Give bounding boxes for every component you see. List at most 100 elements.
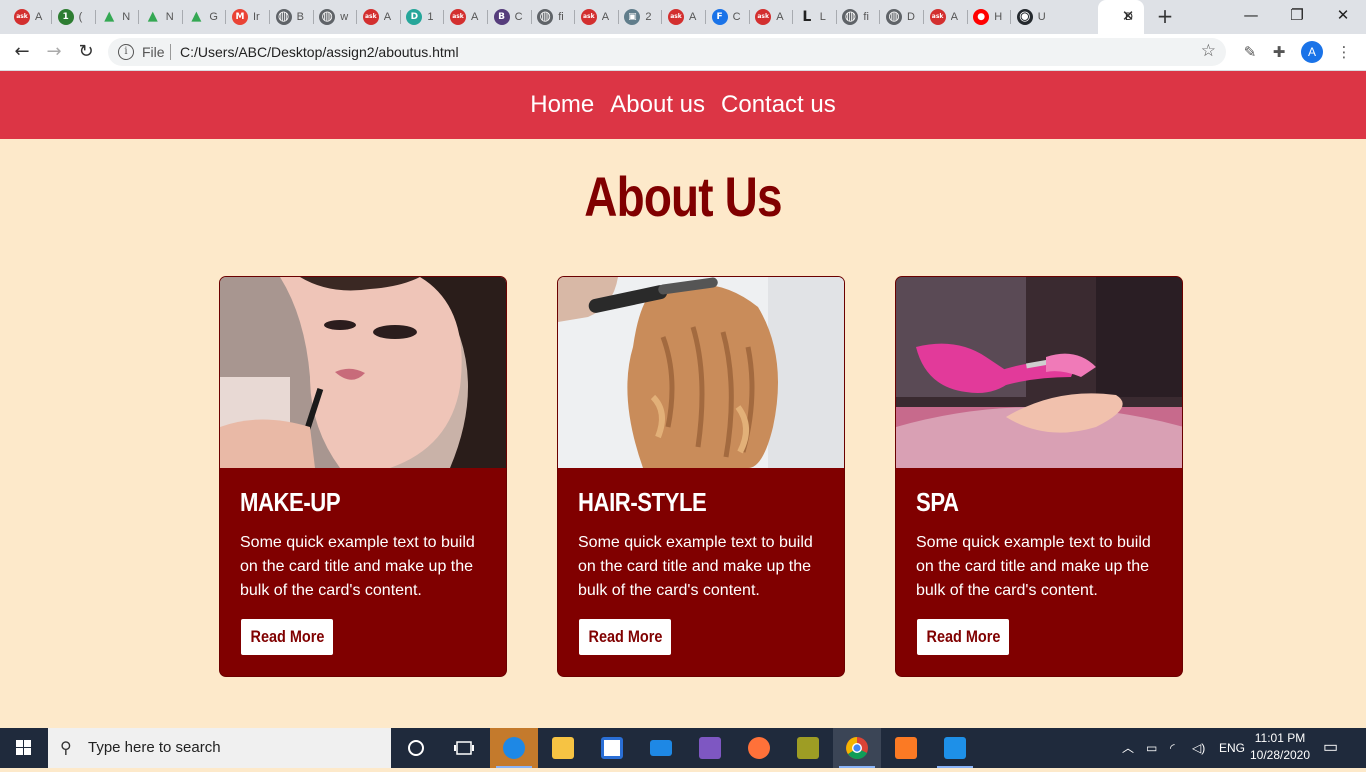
browser-tab[interactable]: ask A	[749, 5, 794, 29]
nav-about-link[interactable]: About us	[610, 91, 705, 119]
browser-tab-title: A	[471, 11, 479, 23]
browser-tab[interactable]: ▲ G	[182, 5, 227, 29]
battery-icon[interactable]: ▭	[1146, 728, 1157, 768]
card-spa: SPA Some quick example text to build on …	[895, 276, 1183, 677]
restore-button[interactable]: ❐	[1274, 0, 1320, 34]
taskbar-file-explorer[interactable]	[539, 728, 587, 768]
tools-icon	[797, 737, 819, 759]
ask-icon: ask	[668, 9, 684, 25]
card-hairstyle: HAIR-STYLE Some quick example text to bu…	[557, 276, 845, 677]
taskbar-clock[interactable]: 11:01 PM 10/28/2020	[1245, 730, 1315, 764]
windows-logo-icon	[16, 740, 31, 755]
notifications-icon[interactable]: ▭	[1323, 728, 1338, 768]
drive-icon: ▲	[104, 9, 115, 24]
browser-tab-title: 2	[645, 11, 652, 23]
taskbar-tools[interactable]	[784, 728, 832, 768]
nav-contact-link[interactable]: Contact us	[721, 91, 836, 119]
read-more-button[interactable]: Read More	[241, 619, 333, 655]
extension-pen-icon[interactable]: ✎	[1239, 41, 1261, 63]
taskbar-firefox[interactable]	[735, 728, 783, 768]
wifi-icon[interactable]: ◜	[1170, 728, 1175, 768]
browser-tab[interactable]: ask A	[357, 5, 401, 29]
page-icon	[1104, 9, 1120, 25]
minimize-button[interactable]: —	[1228, 0, 1274, 34]
address-bar-row: ← → ↻ i File C:/Users/ABC/Desktop/assign…	[0, 34, 1366, 71]
l-icon: L	[802, 9, 812, 25]
taskbar-visual-studio[interactable]	[686, 728, 734, 768]
tray-chevron-icon[interactable]: ︿	[1122, 728, 1134, 768]
browser-tab[interactable]: ◍ fi	[531, 5, 576, 29]
close-tab-icon[interactable]: ✕	[1120, 8, 1136, 24]
extensions-puzzle-icon[interactable]: ✚	[1268, 41, 1290, 63]
vscode-icon	[944, 737, 966, 759]
browser-tab[interactable]: M Ir	[226, 5, 270, 29]
bookmark-star-icon[interactable]: ☆	[1201, 41, 1216, 61]
onepassword-icon: 1	[57, 9, 74, 25]
browser-tab[interactable]: ask A	[662, 5, 706, 29]
browser-tab[interactable]: ◉ U	[1011, 5, 1055, 29]
search-placeholder: Type here to search	[88, 739, 221, 756]
browser-tab[interactable]: ask A	[8, 5, 52, 29]
url-text[interactable]: C:/Users/ABC/Desktop/assign2/aboutus.htm…	[180, 44, 459, 60]
gmail-icon: M	[232, 9, 248, 25]
menu-kebab-icon[interactable]: ⋮	[1333, 41, 1355, 63]
reload-icon[interactable]: ↻	[74, 40, 98, 64]
windows-start-button[interactable]	[0, 728, 48, 768]
browser-tab[interactable]: D1	[400, 5, 445, 29]
taskbar-xampp[interactable]	[882, 728, 930, 768]
task-view-button[interactable]	[440, 728, 488, 768]
browser-tab[interactable]: ◍ B	[270, 5, 314, 29]
browser-tab[interactable]: ◍ D	[880, 5, 924, 29]
back-arrow-icon[interactable]: ←	[10, 40, 34, 64]
browser-tab[interactable]: ask A	[924, 5, 968, 29]
cortana-button[interactable]	[392, 728, 440, 768]
bootstrap-icon: B	[493, 9, 510, 25]
info-icon[interactable]: i	[118, 44, 134, 60]
f-icon: F	[711, 9, 728, 25]
browser-tab[interactable]: 1(	[52, 5, 96, 29]
browser-tab-title: N	[122, 11, 131, 23]
browser-tab[interactable]: LL	[793, 5, 837, 29]
taskbar-edge[interactable]	[490, 728, 538, 768]
browser-tab[interactable]: ask A	[444, 5, 488, 29]
browser-tab[interactable]: FC	[706, 5, 750, 29]
nav-home-link[interactable]: Home	[530, 91, 594, 119]
browser-tab-title: A	[689, 11, 697, 23]
browser-tab[interactable]: ask A	[575, 5, 619, 29]
new-tab-button[interactable]: +	[1155, 6, 1175, 26]
profile-avatar[interactable]: A	[1301, 41, 1323, 63]
taskbar-mail[interactable]	[637, 728, 685, 768]
spa-photo	[896, 277, 1182, 468]
taskbar-chrome[interactable]	[833, 728, 881, 768]
hairstyle-photo	[558, 277, 844, 468]
taskbar-vscode[interactable]	[931, 728, 979, 768]
omnibox[interactable]: i File C:/Users/ABC/Desktop/assign2/abou…	[108, 38, 1226, 66]
store-bag-icon	[601, 737, 623, 759]
browser-tab[interactable]: ▲ N	[95, 5, 140, 29]
github-icon: ◉	[1016, 9, 1033, 25]
browser-tab[interactable]: ◍ w	[313, 5, 358, 29]
browser-tab[interactable]: ◍ fi	[836, 5, 881, 29]
card-text: Some quick example text to build on the …	[916, 534, 1151, 599]
language-indicator[interactable]: ENG	[1219, 728, 1245, 768]
browser-tab-title: fi	[558, 11, 564, 23]
browser-tab[interactable]: ▲ N	[139, 5, 183, 29]
windows-taskbar: ⚲ Type here to search ︿ ▭ ◜ ◁) ENG 11:01…	[0, 728, 1366, 768]
volume-icon[interactable]: ◁)	[1192, 728, 1205, 768]
close-window-button[interactable]: ✕	[1320, 0, 1366, 34]
forward-arrow-icon[interactable]: →	[42, 40, 66, 64]
globe-icon: ◍	[319, 9, 336, 25]
browser-tab[interactable]: ▣ 2	[618, 5, 663, 29]
browser-tab[interactable]: ● H	[967, 5, 1012, 29]
browser-tab-title: Ir	[253, 11, 260, 23]
read-more-button[interactable]: Read More	[579, 619, 671, 655]
ask-icon: ask	[14, 9, 30, 25]
taskbar-search-box[interactable]: ⚲ Type here to search	[48, 728, 391, 768]
browser-tab-title: (	[78, 11, 83, 23]
taskbar-store[interactable]	[588, 728, 636, 768]
cortana-circle-icon	[408, 740, 424, 756]
read-more-button[interactable]: Read More	[917, 619, 1009, 655]
card-title: HAIR-STYLE	[578, 487, 707, 517]
browser-tab[interactable]: BC	[488, 5, 532, 29]
youtube-icon: ●	[973, 9, 990, 25]
